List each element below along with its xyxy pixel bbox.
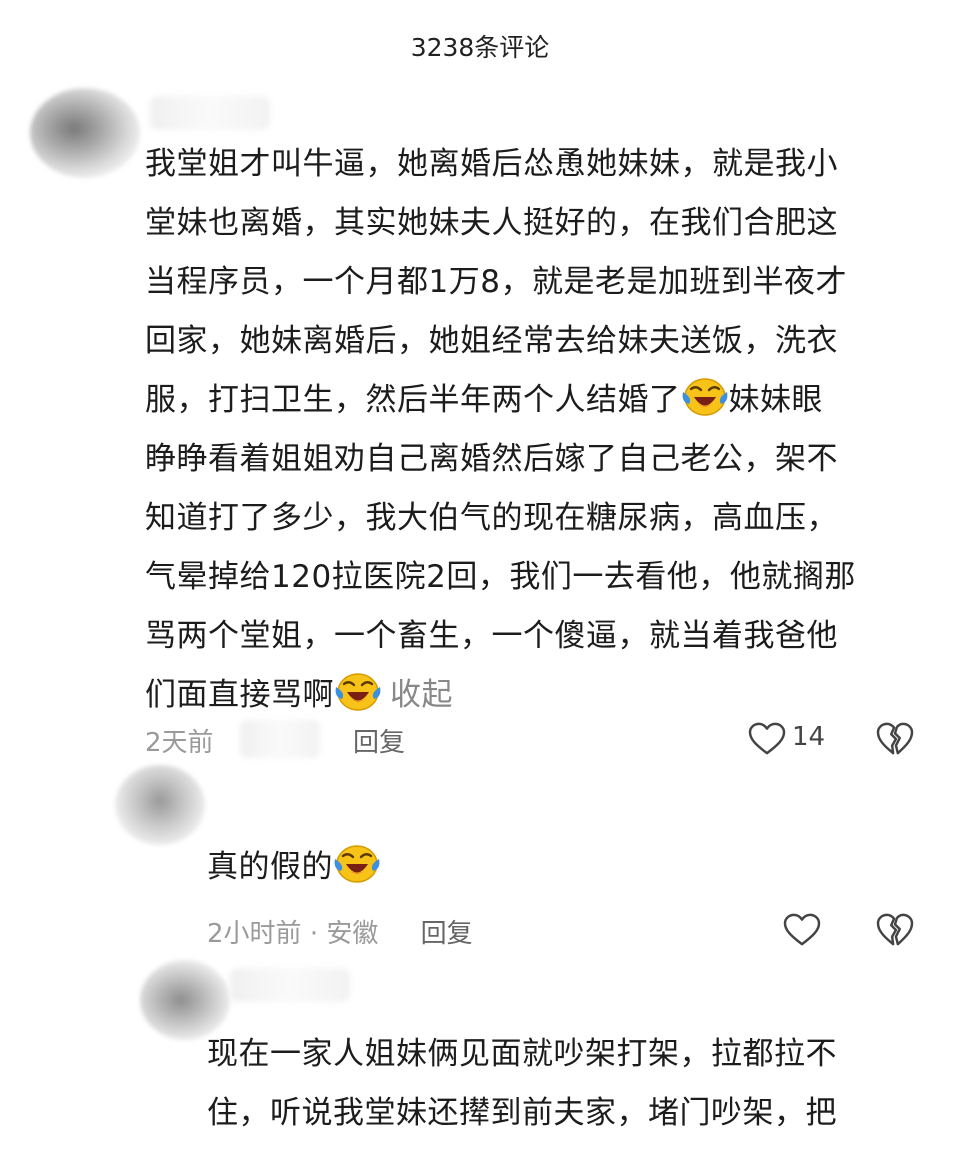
comment-line: 妹妹眼 (728, 382, 823, 418)
comment-line: 服，打扫卫生，然后半年两个人结婚了 (145, 382, 681, 418)
location-blurred (240, 720, 320, 758)
heart-outline-icon[interactable] (783, 913, 821, 947)
broken-heart-icon[interactable] (876, 913, 914, 947)
comment-line: 睁睁看着姐姐劝自己离婚然后嫁了自己老公，架不 (145, 441, 838, 477)
reply-button[interactable]: 回复 (353, 728, 405, 758)
comment-line: 现在一家人姐妹俩见面就吵架打架，拉都拉不 (207, 1036, 837, 1072)
comment-line: 我堂姐才叫牛逼，她离婚后怂恿她妹妹，就是我小 (145, 146, 838, 182)
comment-time: 2小时前 (207, 919, 302, 949)
comment-line: 回家，她妹离婚后，她姐经常去给妹夫送饭，洗衣 (145, 323, 838, 359)
comment-line: 们面直接骂啊 (145, 677, 334, 713)
comment-line-with-emoji: 真的假的 (207, 838, 907, 897)
comment-count-title: 3238条评论 (410, 33, 550, 62)
reply-button-wrap: 回复 (353, 722, 405, 759)
collapse-link[interactable]: 收起 (390, 677, 453, 713)
comment-location: 安徽 (326, 919, 379, 949)
comment-time: 2天前 (145, 728, 214, 758)
heart-outline-icon[interactable] (748, 722, 786, 756)
comment-meta: 2小时前 · 安徽 回复 (207, 913, 473, 950)
reply-button[interactable]: 回复 (421, 919, 473, 949)
comment-line-with-emoji: 服，打扫卫生，然后半年两个人结婚了 妹妹眼 (145, 371, 925, 430)
laughing-crying-emoji-icon (334, 669, 382, 713)
username-blurred[interactable] (150, 96, 270, 130)
laughing-crying-emoji-icon (333, 841, 381, 885)
meta-separator: · (309, 919, 319, 949)
comment-body: 现在一家人姐妹俩见面就吵架打架，拉都拉不 住，听说我堂妹还撵到前夫家，堵门吵架，… (207, 1025, 927, 1143)
comment-line: 骂两个堂姐，一个畜生，一个傻逼，就当着我爸他 (145, 618, 838, 654)
comment-line: 气晕掉给120拉医院2回，我们一去看他，他就搁那 (145, 559, 856, 595)
comment-body: 真的假的 (207, 838, 907, 897)
like-count: 14 (792, 722, 826, 752)
broken-heart-icon[interactable] (876, 722, 914, 756)
comment-line: 知道打了多少，我大伯气的现在糖尿病，高血压， (145, 500, 838, 536)
comment-line: 堂妹也离婚，其实她妹夫人挺好的，在我们合肥这 (145, 205, 838, 241)
avatar[interactable] (115, 765, 205, 845)
comment-body: 我堂姐才叫牛逼，她离婚后怂恿她妹妹，就是我小 堂妹也离婚，其实她妹夫人挺好的，在… (145, 135, 925, 725)
comment-line-with-emoji: 们面直接骂啊 收起 (145, 666, 925, 725)
comment-line: 住，听说我堂妹还撵到前夫家，堵门吵架，把 (207, 1095, 837, 1131)
comment-text: 真的假的 (207, 849, 333, 885)
comment-line: 当程序员，一个月都1万8，就是老是加班到半夜才 (145, 264, 847, 300)
avatar[interactable] (30, 88, 140, 178)
username-blurred[interactable] (230, 968, 350, 1002)
laughing-crying-emoji-icon (681, 374, 729, 418)
comment-meta: 2天前 (145, 722, 214, 759)
